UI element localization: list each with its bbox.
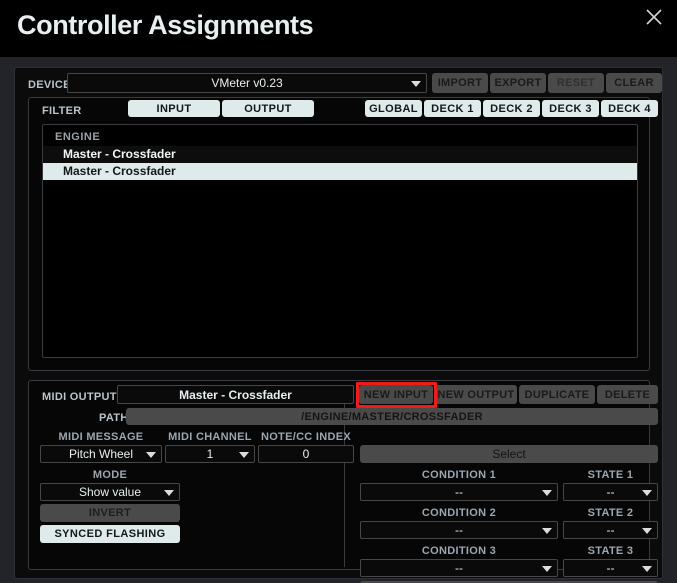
tab-deck-3-label: DECK 3: [549, 102, 592, 115]
close-icon[interactable]: [642, 5, 666, 29]
state-3-select[interactable]: --: [563, 559, 658, 577]
condition-1-value: --: [455, 485, 463, 499]
invert-toggle-label: INVERT: [88, 507, 132, 519]
new-output-button-label: NEW OUTPUT: [437, 388, 515, 401]
select-button[interactable]: Select: [360, 445, 658, 463]
mode-select[interactable]: Show value: [40, 483, 180, 501]
tab-global-label: GLOBAL: [369, 102, 418, 115]
state-2-label: STATE 2: [587, 507, 634, 519]
tab-deck-1[interactable]: DECK 1: [424, 100, 481, 117]
tab-deck-2[interactable]: DECK 2: [483, 100, 540, 117]
device-label: DEVICE: [28, 79, 71, 91]
delete-button-label: DELETE: [604, 388, 651, 401]
synced-flashing-toggle-label: SYNCED FLASHING: [54, 528, 166, 540]
state-1-select[interactable]: --: [563, 483, 658, 501]
path-label: PATH: [99, 412, 129, 424]
chevron-down-icon: [642, 566, 652, 572]
midi-channel-value: 1: [206, 447, 214, 461]
tab-input[interactable]: INPUT: [128, 100, 220, 117]
condition-3-label: CONDITION 3: [421, 545, 497, 557]
condition-3-select[interactable]: --: [360, 559, 558, 577]
chevron-down-icon: [542, 528, 552, 534]
chevron-down-icon: [642, 490, 652, 496]
tab-deck-2-label: DECK 2: [490, 102, 533, 115]
clear-button[interactable]: CLEAR: [606, 73, 662, 93]
filter-label: FILTER: [42, 105, 82, 117]
new-output-button[interactable]: NEW OUTPUT: [435, 385, 517, 404]
condition-3-value: --: [455, 561, 463, 575]
midi-output-name-field[interactable]: Master - Crossfader: [117, 385, 354, 404]
midi-message-select[interactable]: Pitch Wheel: [40, 445, 162, 463]
note-cc-index-input[interactable]: 0: [258, 445, 354, 463]
state-2-value: --: [606, 523, 615, 537]
import-button-label: IMPORT: [437, 77, 483, 89]
condition-2-select[interactable]: --: [360, 521, 558, 539]
window-titlebar: Controller Assignments: [0, 0, 677, 57]
device-select-value: VMeter v0.23: [211, 76, 283, 90]
device-select[interactable]: VMeter v0.23: [67, 73, 427, 93]
chevron-down-icon: [542, 490, 552, 496]
midi-channel-select[interactable]: 1: [165, 445, 255, 463]
state-3-label: STATE 3: [587, 545, 634, 557]
page-title: Controller Assignments: [17, 10, 314, 40]
tab-output-label: OUTPUT: [244, 102, 292, 115]
chevron-down-icon: [164, 490, 174, 496]
select-button-label: Select: [492, 447, 526, 461]
midi-channel-label: MIDI CHANNEL: [168, 431, 252, 443]
invert-toggle[interactable]: INVERT: [40, 504, 180, 522]
chevron-down-icon: [642, 528, 652, 534]
midi-output-label: MIDI OUTPUT: [42, 391, 117, 403]
filter-group: FILTER INPUT OUTPUT GLOBAL DECK 1 DECK 2…: [28, 97, 658, 371]
duplicate-button-label: DUPLICATE: [524, 388, 590, 401]
note-cc-index-label: NOTE/CC INDEX: [260, 431, 352, 443]
list-group-header: ENGINE: [55, 131, 101, 143]
chevron-down-icon: [239, 452, 249, 458]
tab-output[interactable]: OUTPUT: [222, 100, 314, 117]
path-field[interactable]: /ENGINE/MASTER/CROSSFADER: [126, 408, 658, 425]
tab-global[interactable]: GLOBAL: [365, 100, 422, 117]
synced-flashing-toggle[interactable]: SYNCED FLASHING: [40, 525, 180, 543]
condition-1-select[interactable]: --: [360, 483, 558, 501]
state-1-value: --: [606, 485, 615, 499]
tab-deck-1-label: DECK 1: [431, 102, 474, 115]
list-item[interactable]: Master - Crossfader: [43, 163, 637, 180]
condition-1-label: CONDITION 1: [421, 469, 497, 481]
chevron-down-icon: [542, 566, 552, 572]
new-input-button-label: NEW INPUT: [363, 388, 429, 401]
tab-input-label: INPUT: [156, 102, 192, 115]
assignments-list[interactable]: ENGINE Master - Crossfader Master - Cros…: [42, 124, 638, 358]
delete-button[interactable]: DELETE: [597, 385, 658, 404]
export-button[interactable]: EXPORT: [490, 73, 546, 93]
tab-deck-4-label: DECK 4: [608, 102, 651, 115]
controller-assignments-panel: DEVICE VMeter v0.23 IMPORT EXPORT RESET …: [14, 67, 663, 583]
state-3-value: --: [606, 561, 615, 575]
export-button-label: EXPORT: [494, 77, 542, 89]
condition-2-label: CONDITION 2: [421, 507, 497, 519]
clear-button-label: CLEAR: [614, 77, 654, 89]
mode-label: MODE: [92, 469, 128, 481]
midi-message-value: Pitch Wheel: [68, 447, 134, 461]
chevron-down-icon: [411, 81, 421, 87]
path-value: /ENGINE/MASTER/CROSSFADER: [301, 410, 483, 423]
state-1-label: STATE 1: [587, 469, 634, 481]
midi-message-label: MIDI MESSAGE: [58, 431, 144, 443]
duplicate-button[interactable]: DUPLICATE: [519, 385, 595, 404]
reset-button-label: RESET: [556, 77, 596, 89]
page-background: DEVICE VMeter v0.23 IMPORT EXPORT RESET …: [0, 57, 677, 583]
list-item[interactable]: Master - Crossfader: [43, 146, 637, 163]
tab-deck-3[interactable]: DECK 3: [542, 100, 599, 117]
reset-button: RESET: [548, 73, 604, 93]
mode-select-value: Show value: [78, 485, 142, 499]
state-2-select[interactable]: --: [563, 521, 658, 539]
chevron-down-icon: [146, 452, 156, 458]
condition-2-value: --: [455, 523, 463, 537]
tab-deck-4[interactable]: DECK 4: [601, 100, 658, 117]
note-cc-index-value: 0: [302, 447, 310, 461]
import-button[interactable]: IMPORT: [432, 73, 488, 93]
midi-output-name-value: Master - Crossfader: [179, 387, 292, 402]
new-input-button[interactable]: NEW INPUT: [359, 385, 433, 404]
midi-output-group: MIDI OUTPUT Master - Crossfader NEW INPU…: [28, 380, 658, 583]
